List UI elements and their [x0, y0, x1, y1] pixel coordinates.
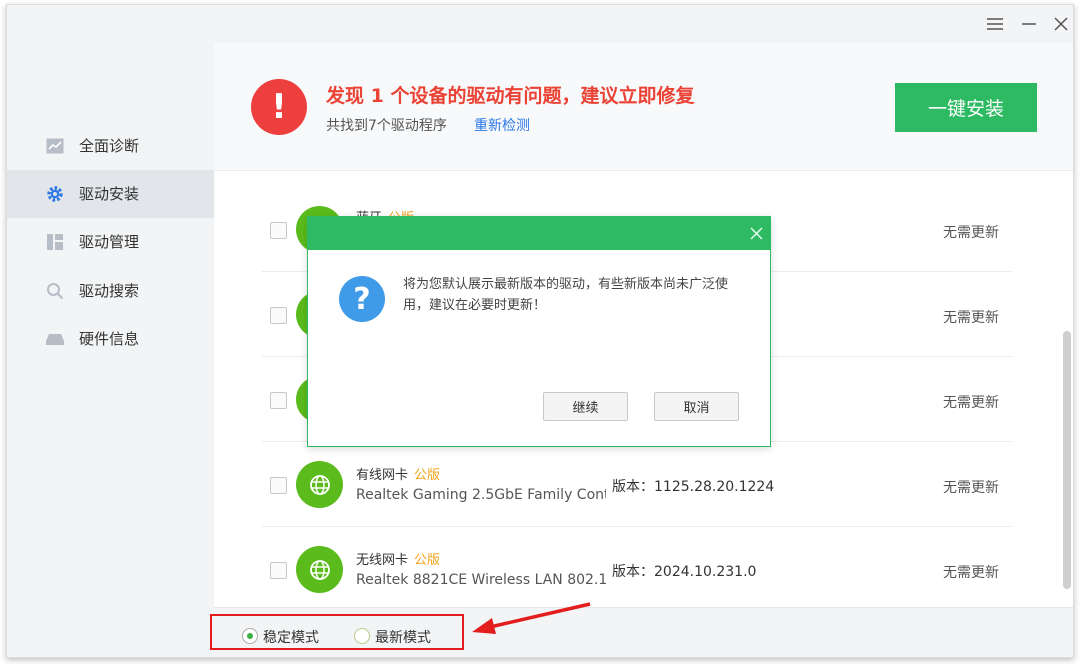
close-icon — [749, 226, 763, 240]
driver-model: Realtek Gaming 2.5GbE Family Contr — [356, 487, 606, 503]
driver-status: 无需更新 — [943, 565, 999, 581]
driver-tag: 公版 — [414, 553, 441, 568]
driver-version: 版本：1125.28.20.1224 — [612, 479, 775, 495]
annotation-highlight-box — [210, 614, 464, 650]
menu-icon — [987, 18, 1003, 30]
driver-checkbox[interactable] — [270, 222, 287, 239]
sidebar-item-driver-install[interactable]: 驱动安装 — [7, 170, 214, 218]
cancel-button[interactable]: 取消 — [654, 392, 739, 421]
globe-icon — [296, 461, 343, 508]
continue-button[interactable]: 继续 — [543, 392, 628, 421]
menu-button[interactable] — [984, 13, 1006, 35]
annotation-arrow-icon — [472, 602, 591, 634]
sidebar-item-label: 驱动管理 — [79, 233, 140, 251]
driver-name: 有线网卡 公版 — [356, 468, 441, 483]
driver-count-text: 共找到7个驱动程序 — [326, 118, 447, 134]
update-notice-dialog: ? 将为您默认展示最新版本的驱动，有些新版本尚未广泛使用，建议在必要时更新！ 继… — [307, 216, 771, 447]
dialog-close-button[interactable] — [746, 223, 766, 243]
driver-model: Realtek 8821CE Wireless LAN 802.11a — [356, 572, 606, 588]
driver-status: 无需更新 — [943, 225, 999, 241]
sidebar: 全面诊断 驱动安装 驱动管理 驱动搜索 硬件信息 — [7, 5, 214, 657]
sidebar-item-label: 硬件信息 — [79, 330, 140, 348]
driver-status: 无需更新 — [943, 480, 999, 496]
scrollbar-thumb[interactable] — [1063, 331, 1071, 589]
close-icon — [1054, 17, 1068, 31]
title-bar — [214, 5, 1073, 43]
rescan-link[interactable]: 重新检测 — [474, 115, 530, 135]
sidebar-item-hardware-info[interactable]: 硬件信息 — [7, 315, 214, 363]
sidebar-item-label: 驱动搜索 — [79, 282, 140, 300]
question-icon: ? — [339, 276, 385, 322]
one-click-install-button[interactable]: 一键安装 — [895, 83, 1037, 132]
alert-icon: ! — [251, 79, 307, 135]
driver-status: 无需更新 — [943, 395, 999, 411]
scan-result-header: ! 发现 1 个设备的驱动有问题，建议立即修复 共找到7个驱动程序 重新检测 一… — [214, 43, 1073, 171]
sidebar-item-label: 全面诊断 — [79, 137, 140, 155]
driver-checkbox[interactable] — [270, 477, 287, 494]
minimize-button[interactable] — [1018, 13, 1040, 35]
driver-row-wireless-nic: 无线网卡 公版 Realtek 8821CE Wireless LAN 802.1… — [214, 527, 1060, 607]
dialog-header — [308, 217, 770, 250]
driver-tag: 公版 — [414, 468, 441, 483]
sidebar-item-driver-search[interactable]: 驱动搜索 — [7, 267, 214, 315]
hardware-icon — [46, 330, 64, 348]
driver-row-wired-nic: 有线网卡 公版 Realtek Gaming 2.5GbE Family Cont… — [214, 442, 1060, 527]
alert-title: 发现 1 个设备的驱动有问题，建议立即修复 — [326, 85, 695, 107]
globe-icon — [296, 546, 343, 593]
minimize-icon — [1022, 23, 1036, 25]
driver-version: 版本：2024.10.231.0 — [612, 564, 757, 580]
grid-icon — [46, 233, 64, 251]
scrollbar[interactable] — [1062, 171, 1072, 607]
driver-checkbox[interactable] — [270, 392, 287, 409]
driver-checkbox[interactable] — [270, 562, 287, 579]
driver-name: 无线网卡 公版 — [356, 553, 441, 568]
sidebar-item-diagnosis[interactable]: 全面诊断 — [7, 122, 214, 170]
search-icon — [46, 282, 64, 300]
sidebar-item-driver-manage[interactable]: 驱动管理 — [7, 218, 214, 266]
chart-icon — [46, 137, 64, 155]
sidebar-item-label: 驱动安装 — [79, 185, 140, 203]
driver-status: 无需更新 — [943, 310, 999, 326]
dialog-message: 将为您默认展示最新版本的驱动，有些新版本尚未广泛使用，建议在必要时更新！ — [403, 277, 729, 313]
close-button[interactable] — [1050, 13, 1072, 35]
gear-icon — [46, 185, 64, 203]
driver-checkbox[interactable] — [270, 307, 287, 324]
